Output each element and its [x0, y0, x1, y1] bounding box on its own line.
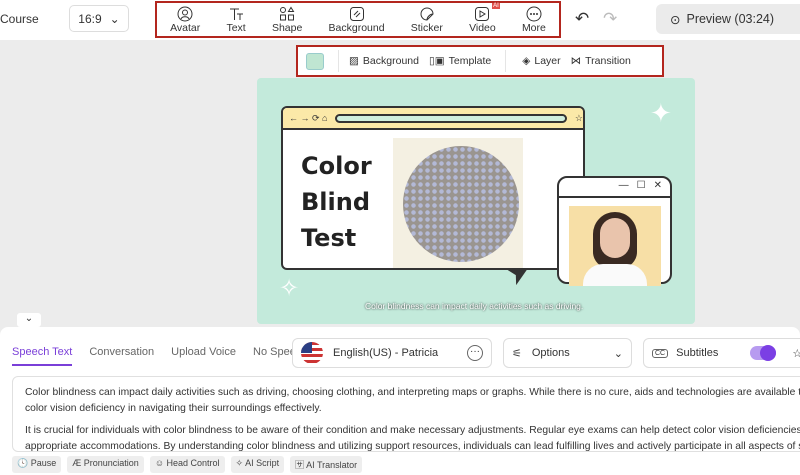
text-icon	[230, 8, 244, 20]
script-tools: 🕓 Pause Æ Pronunciation ☺ Head Control ✧…	[12, 456, 363, 473]
aspect-ratio-select[interactable]: 16:9 ⌄	[69, 5, 129, 32]
insert-toolbar: Avatar Text Shape Background Sticker AI V…	[155, 1, 561, 38]
tool-label: Video	[469, 21, 496, 34]
ai-script-button[interactable]: ✧ AI Script	[230, 456, 285, 473]
tool-video[interactable]: AI Video	[469, 2, 500, 34]
tool-avatar[interactable]: Avatar	[170, 6, 200, 34]
subtitles-toggle[interactable]	[750, 345, 777, 361]
sticker-icon	[420, 7, 434, 21]
speech-text-editor[interactable]: Color blindness can impact daily activit…	[12, 376, 800, 452]
tool-sticker[interactable]: Sticker	[411, 6, 443, 34]
slide-canvas[interactable]: ✦ ✧ ← → ⟳ ⌂ ☆ Color Blind Test ➤ — ☐ ✕ Color …	[257, 78, 695, 324]
transition-button[interactable]: ⋈ Transition	[571, 55, 631, 67]
layer-icon: ◈	[522, 55, 531, 67]
ratio-value: 16:9	[78, 11, 102, 26]
sliders-icon: ⚟	[512, 347, 522, 360]
tool-label: Sticker	[410, 21, 443, 34]
divider	[338, 50, 339, 72]
divider	[505, 50, 507, 72]
label: Template	[448, 55, 492, 67]
cc-icon: CC	[652, 348, 669, 358]
tool-label: Shape	[271, 21, 303, 34]
voice-label: English(US) - Patricia	[333, 347, 439, 359]
us-flag-icon	[301, 342, 323, 364]
tool-label: Avatar	[170, 21, 201, 34]
browser-nav-icons: ← → ⟳ ⌂	[289, 112, 328, 123]
label: Transition	[585, 55, 631, 67]
sparkle-icon: ✧	[279, 275, 300, 302]
tab-speech-text[interactable]: Speech Text	[12, 346, 73, 366]
chevron-down-icon: ⌄	[613, 347, 623, 360]
shape-icon	[280, 6, 295, 20]
background-icon: ▨	[349, 55, 359, 67]
ishihara-plate-image	[393, 138, 523, 268]
color-swatch[interactable]	[306, 52, 324, 70]
more-options-icon[interactable]: ···	[467, 345, 483, 361]
project-name[interactable]: Course	[0, 12, 39, 26]
undo-icon[interactable]: ↶	[575, 9, 589, 29]
pronunciation-button[interactable]: Æ Pronunciation	[67, 456, 144, 473]
star-icon: ☆	[574, 112, 583, 123]
tool-background[interactable]: Background	[329, 6, 385, 34]
tab-upload-voice[interactable]: Upload Voice	[171, 346, 236, 366]
tool-label: More	[521, 21, 546, 34]
avatar-window[interactable]: — ☐ ✕	[557, 176, 672, 286]
browser-window-graphic: ← → ⟳ ⌂ ☆ Color Blind Test	[281, 106, 585, 270]
tool-label: Background	[328, 21, 385, 34]
tool-text[interactable]: Text	[226, 6, 246, 34]
background-icon	[349, 6, 364, 21]
tool-shape[interactable]: Shape	[272, 6, 302, 34]
preview-button[interactable]: ⊙ Preview (03:24)	[656, 4, 800, 34]
element-toolbar: ▨ Background ▯▣ Template ◈ Layer ⋈ Transitio…	[296, 45, 664, 77]
template-icon: ▯▣	[428, 55, 445, 67]
voice-select[interactable]: English(US) - Patricia ···	[292, 338, 492, 368]
tool-more[interactable]: More	[522, 6, 546, 34]
ai-translator-button[interactable]: 🈂 AI Translator	[290, 456, 363, 473]
redo-icon[interactable]: ↷	[603, 9, 617, 29]
play-circle-icon: ⊙	[670, 12, 681, 27]
head-control-button[interactable]: ☺ Head Control	[149, 456, 225, 473]
subtitles-control: CC Subtitles ☆	[643, 338, 800, 368]
more-icon	[526, 6, 542, 21]
avatar-image	[569, 206, 661, 286]
collapse-chevron-icon[interactable]: ⌄	[17, 313, 41, 327]
chevron-down-icon: ⌄	[109, 11, 120, 26]
sparkle-icon: ✦	[650, 98, 672, 128]
options-dropdown[interactable]: ⚟ Options ⌄	[503, 338, 632, 368]
layer-button[interactable]: ◈ Layer	[522, 55, 560, 67]
tool-label: Text	[226, 21, 246, 34]
window-controls: — ☐ ✕	[559, 178, 670, 198]
pause-button[interactable]: 🕓 Pause	[12, 456, 62, 473]
tab-conversation[interactable]: Conversation	[89, 346, 154, 366]
transition-icon: ⋈	[570, 55, 582, 67]
slide-title[interactable]: Color Blind Test	[301, 148, 372, 256]
magic-icon[interactable]: ☆	[792, 347, 800, 360]
subtitles-label: Subtitles	[676, 347, 719, 359]
avatar-icon	[177, 6, 193, 21]
label: Background	[362, 55, 419, 67]
label: Layer	[534, 55, 561, 67]
preview-label: Preview (03:24)	[686, 12, 775, 26]
speech-tabs: Speech Text Conversation Upload Voice No…	[12, 346, 307, 366]
subtitle-caption: Color blindness can impact daily activit…	[365, 301, 584, 311]
ai-badge: AI	[492, 2, 500, 9]
video-icon	[475, 6, 490, 21]
template-button[interactable]: ▯▣ Template	[429, 55, 491, 67]
options-label: Options	[531, 347, 570, 359]
background-button[interactable]: ▨ Background	[349, 55, 419, 67]
